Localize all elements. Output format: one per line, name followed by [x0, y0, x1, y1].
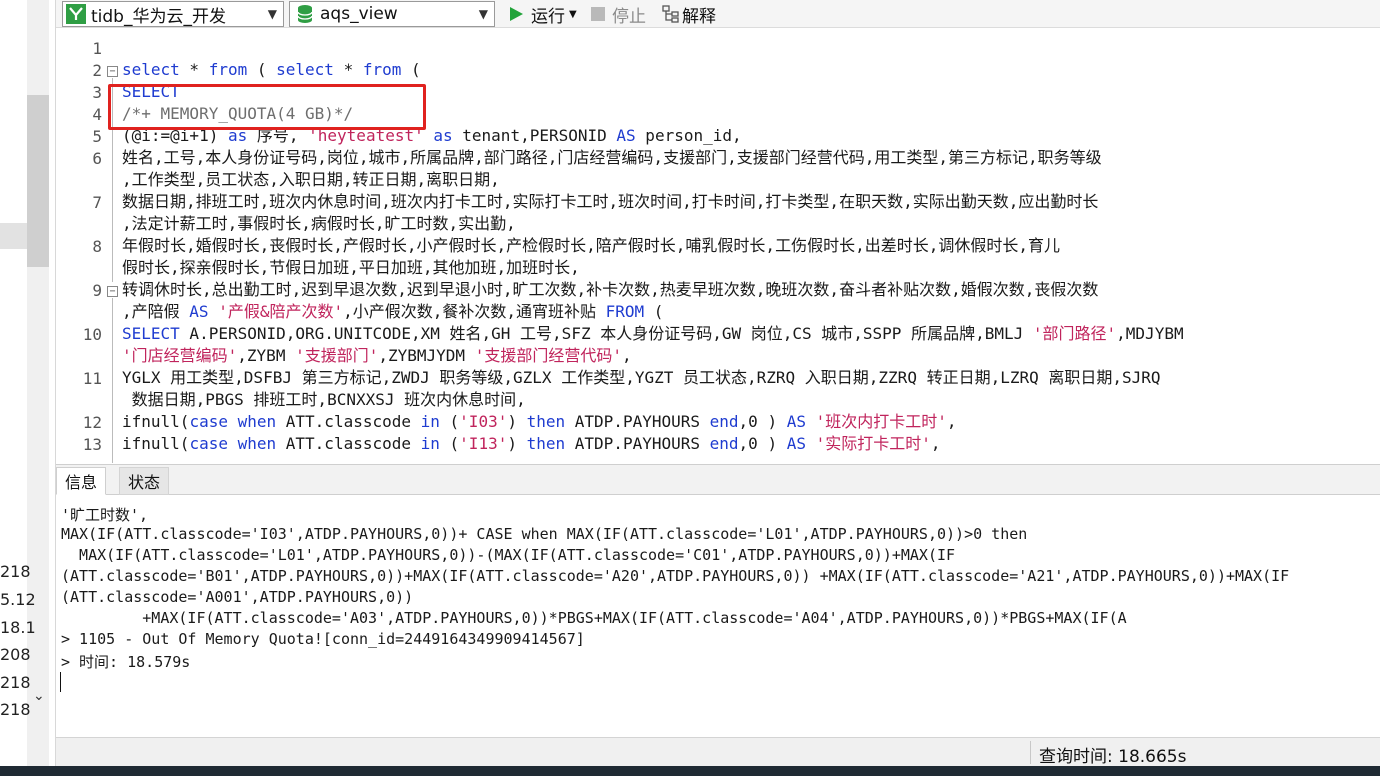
line-number: 5	[92, 127, 102, 146]
line-number: 10	[82, 325, 102, 344]
line-number: 1	[92, 39, 102, 58]
output-line: MAX(IF(ATT.classcode='I03',ATDP.PAYHOURS…	[61, 525, 1028, 543]
code-line: ifnull(case when ATT.classcode in ('I13'…	[122, 434, 941, 453]
red-annotation-box	[108, 84, 426, 130]
line-number: 2	[92, 61, 102, 80]
connection-select[interactable]: tidb_华为云_开发 ▼	[62, 1, 284, 27]
explain-button-label: 解释	[682, 6, 716, 27]
status-bar: 查询时间: 18.665s	[56, 737, 1380, 767]
left-panel-value: 218	[0, 673, 31, 692]
left-panel-scroll-thumb[interactable]	[27, 95, 49, 267]
text-caret	[60, 672, 61, 692]
result-tabs-bar: 信息 状态	[56, 464, 1380, 495]
query-toolbar: tidb_华为云_开发 ▼ aqs_view ▼ 运行 ▼ 停止 解释	[56, 0, 1380, 28]
fold-toggle[interactable]: −	[107, 286, 118, 297]
output-line: MAX(IF(ATT.classcode='L01',ATDP.PAYHOURS…	[61, 546, 956, 564]
play-icon	[510, 7, 523, 21]
line-number: 4	[92, 105, 102, 124]
left-panel-selected-row[interactable]	[0, 223, 27, 249]
output-line: (ATT.classcode='B01',ATDP.PAYHOURS,0))+M…	[61, 567, 1290, 585]
line-number: 11	[82, 369, 102, 388]
query-time-status: 查询时间: 18.665s	[1039, 747, 1187, 767]
code-line: YGLX 用工类型,DSFBJ 第三方标记,ZWDJ 职务等级,GZLX 工作类…	[122, 368, 1161, 387]
database-select[interactable]: aqs_view ▼	[289, 1, 495, 27]
output-line: +MAX(IF(ATT.classcode='A03',ATDP.PAYHOUR…	[61, 609, 1127, 627]
left-panel-value: 5.12	[0, 590, 36, 609]
line-number: 7	[92, 193, 102, 212]
code-line-wrap: '门店经营编码',ZYBM '支援部门',ZYBMJYDM '支援部门经营代码'…	[122, 346, 632, 365]
line-number: 6	[92, 149, 102, 168]
explain-button[interactable]: 解释	[662, 2, 716, 27]
explain-icon	[662, 5, 679, 23]
left-panel-value: 218	[0, 562, 31, 581]
database-select-value: aqs_view	[320, 4, 398, 24]
line-number: 9	[92, 281, 102, 300]
code-line: 姓名,工号,本人身份证号码,岗位,城市,所属品牌,部门路径,门店经营编码,支援部…	[122, 148, 1102, 167]
tab-status-label: 状态	[128, 473, 161, 492]
stop-button[interactable]: 停止	[590, 2, 646, 27]
tab-status[interactable]: 状态	[119, 467, 170, 495]
left-panel-value: 18.1	[0, 618, 36, 637]
fold-toggle[interactable]: −	[107, 66, 118, 77]
connection-icon	[66, 4, 86, 24]
code-line-wrap: ,法定计薪工时,事假时长,病假时长,旷工时数,实出勤,	[122, 214, 516, 233]
code-line: 转调休时长,总出勤工时,迟到早退次数,迟到早退小时,旷工次数,补卡次数,热麦早班…	[122, 280, 1099, 299]
line-number: 12	[82, 413, 102, 432]
stop-icon	[591, 7, 605, 21]
code-line-wrap: ,产陪假 AS '产假&陪产次数',小产假次数,餐补次数,通宵班补贴 FROM …	[122, 302, 664, 321]
status-divider	[1030, 741, 1031, 764]
code-line-wrap: 数据日期,PBGS 排班工时,BCNXXSJ 班次内休息时间,	[122, 390, 526, 409]
run-button-label: 运行	[531, 6, 565, 27]
run-button[interactable]: 运行 ▼	[507, 2, 577, 27]
code-line-wrap: 假时长,探亲假时长,节假日加班,平日加班,其他加班,加班时长,	[122, 258, 580, 277]
chevron-down-icon[interactable]: ⌄	[33, 688, 45, 704]
database-icon	[297, 5, 313, 23]
chevron-down-icon[interactable]: ▼	[569, 9, 577, 20]
elapsed-time-message: > 时间: 18.579s	[61, 653, 191, 671]
code-line: 数据日期,排班工时,班次内休息时间,班次内打卡工时,实际打卡工时,班次时间,打卡…	[122, 192, 1099, 211]
chevron-down-icon: ▼	[267, 7, 277, 21]
line-number: 3	[92, 83, 102, 102]
message-output[interactable]: '旷工时数', MAX(IF(ATT.classcode='I03',ATDP.…	[56, 496, 1380, 736]
os-taskbar	[0, 766, 1380, 776]
code-line-wrap: ,工作类型,员工状态,入职日期,转正日期,离职日期,	[122, 170, 500, 189]
connection-select-value: tidb_华为云_开发	[91, 6, 226, 27]
left-panel-value: 218	[0, 700, 31, 719]
left-panel-value: 208	[0, 645, 31, 664]
code-line: SELECT A.PERSONID,ORG.UNITCODE,XM 姓名,GH …	[122, 324, 1184, 343]
code-line: ifnull(case when ATT.classcode in ('I03'…	[122, 412, 957, 431]
tab-info-label: 信息	[65, 473, 98, 492]
line-number: 8	[92, 237, 102, 256]
stop-button-label: 停止	[612, 6, 646, 27]
left-side-panel: 218 5.12 18.1 208 218 218 ⌄	[0, 0, 56, 766]
chevron-down-icon: ▼	[478, 7, 488, 21]
code-line: select * from ( select * from (	[122, 60, 421, 79]
error-message: > 1105 - Out Of Memory Quota![conn_id=24…	[61, 630, 585, 648]
output-line: '旷工时数',	[61, 506, 149, 524]
tab-info[interactable]: 信息	[56, 467, 107, 495]
output-line: (ATT.classcode='A001',ATDP.PAYHOURS,0))	[61, 588, 414, 606]
fold-guide	[112, 298, 113, 463]
line-number: 13	[82, 435, 102, 454]
sql-editor[interactable]: 1 2 3 4 5 6 7 8 9 10 11 12 13 − − select…	[56, 29, 1380, 463]
code-line: 年假时长,婚假时长,丧假时长,产假时长,小产假时长,产检假时长,陪产假时长,哺乳…	[122, 236, 1060, 255]
